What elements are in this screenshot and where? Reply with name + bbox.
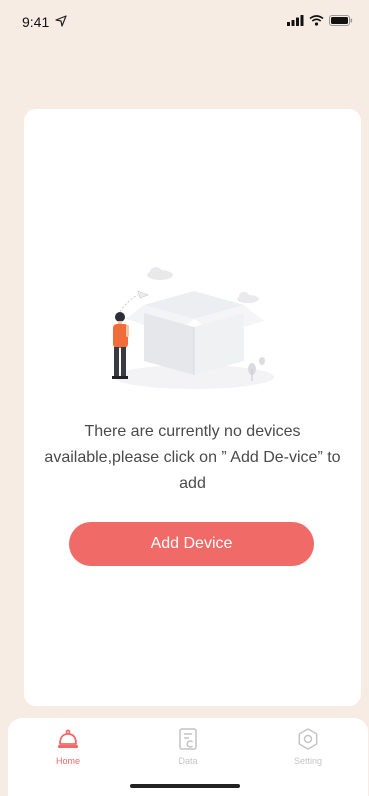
data-icon	[175, 726, 201, 752]
empty-box-illustration	[104, 265, 274, 395]
tab-home-label: Home	[55, 756, 80, 766]
status-bar: 9:41	[0, 0, 369, 44]
tab-home[interactable]: Home	[28, 726, 108, 796]
home-bell-icon	[55, 726, 81, 752]
tab-setting-label: Setting	[293, 756, 323, 766]
tab-setting[interactable]: Setting	[268, 726, 348, 796]
location-icon	[55, 14, 67, 30]
status-time: 9:41	[22, 14, 50, 30]
device-list-card: There are currently no devices available…	[24, 109, 361, 706]
wifi-icon	[309, 13, 324, 31]
tab-data-label: Data	[178, 756, 198, 766]
status-icons	[287, 13, 353, 31]
gear-icon	[295, 726, 321, 752]
status-time-group: 9:41	[22, 14, 67, 30]
add-device-button[interactable]: Add Device	[69, 522, 314, 566]
signal-icon	[287, 13, 304, 31]
battery-icon	[329, 13, 353, 31]
home-indicator	[130, 784, 240, 788]
empty-state-message: There are currently no devices available…	[44, 423, 341, 492]
